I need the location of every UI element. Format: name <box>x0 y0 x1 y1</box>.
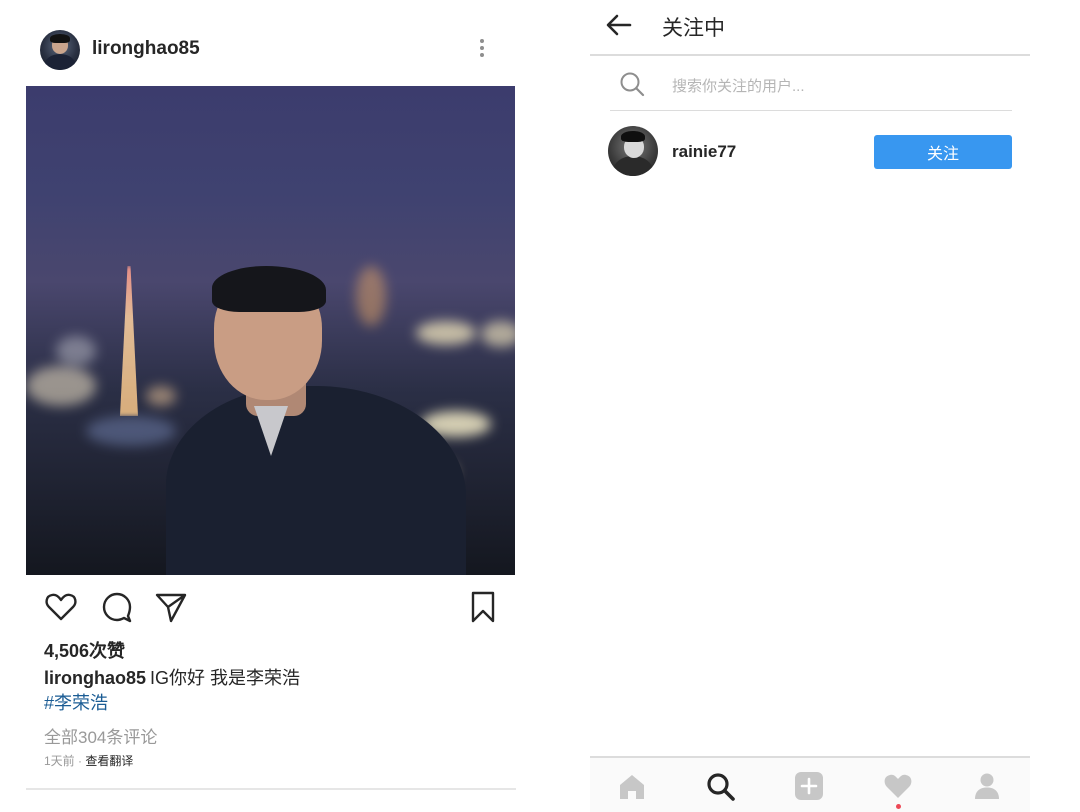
view-comments-link[interactable]: 全部304条评论 <box>44 723 157 748</box>
page-title: 关注中 <box>662 17 725 40</box>
post-username[interactable]: lironghao85 <box>92 38 200 60</box>
divider <box>26 788 516 790</box>
caption-text: IG你好 我是李荣浩 <box>150 668 301 688</box>
search-icon <box>618 70 646 98</box>
search-bar <box>610 60 1012 111</box>
comment-icon[interactable] <box>100 590 134 624</box>
avatar[interactable] <box>40 30 80 70</box>
profile-icon[interactable] <box>971 770 1003 802</box>
top-bar: 关注中 <box>590 0 1030 56</box>
add-icon[interactable] <box>793 770 825 802</box>
translate-link[interactable]: 查看翻译 <box>85 754 133 768</box>
more-options-icon[interactable] <box>478 36 486 64</box>
notification-dot <box>896 804 901 809</box>
likes-count[interactable]: 4,506次赞 <box>44 637 125 663</box>
post-panel: lironghao85 4,506次赞 lironghao85 IG你好 我是李… <box>0 0 560 810</box>
back-arrow-icon[interactable] <box>604 10 634 40</box>
list-item[interactable]: rainie77 关注 <box>608 124 1012 180</box>
share-send-icon[interactable] <box>154 590 188 624</box>
post-timestamp: 1天前 · <box>44 754 86 768</box>
post-caption: lironghao85 IG你好 我是李荣浩 <box>44 664 300 690</box>
home-icon[interactable] <box>616 770 648 802</box>
caption-username[interactable]: lironghao85 <box>44 668 146 688</box>
follow-button[interactable]: 关注 <box>874 135 1012 169</box>
bottom-nav <box>590 756 1030 812</box>
post-photo[interactable] <box>26 86 515 575</box>
post-header: lironghao85 <box>40 30 500 70</box>
hashtag-link[interactable]: #李荣浩 <box>44 689 108 715</box>
bookmark-icon[interactable] <box>466 590 500 624</box>
avatar[interactable] <box>608 126 658 176</box>
search-input[interactable] <box>670 72 994 100</box>
search-icon[interactable] <box>704 770 736 802</box>
like-heart-icon[interactable] <box>44 590 78 624</box>
post-actions <box>44 590 504 624</box>
heart-icon[interactable] <box>882 770 914 809</box>
post-time-row: 1天前 · 查看翻译 <box>44 752 133 769</box>
following-username[interactable]: rainie77 <box>672 142 736 162</box>
following-panel: 关注中 rainie77 关注 <box>590 0 1030 812</box>
